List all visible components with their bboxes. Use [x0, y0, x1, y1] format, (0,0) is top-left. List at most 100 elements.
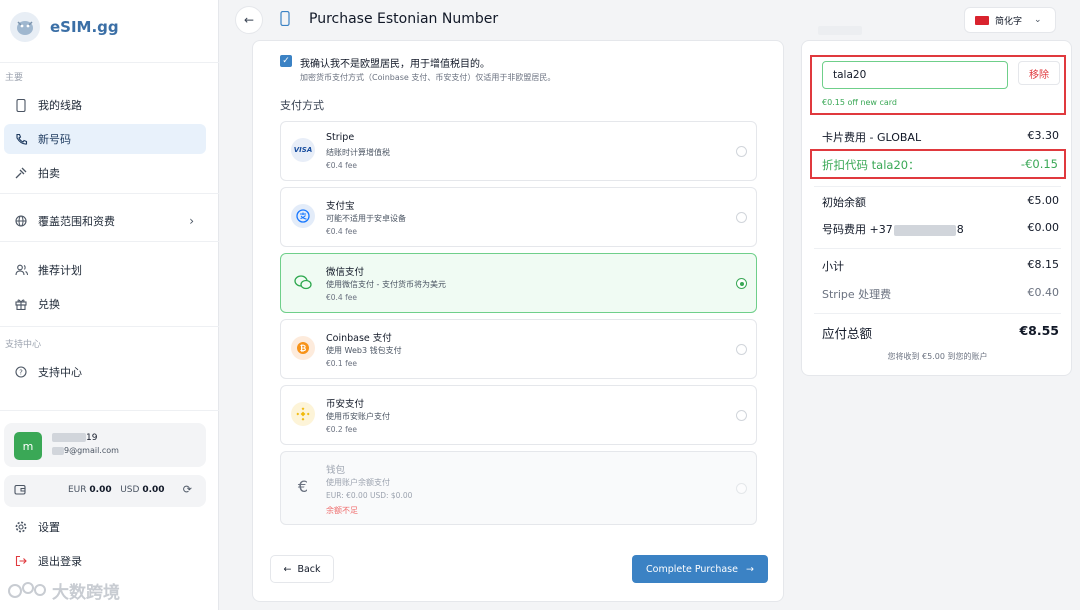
binance-icon: [291, 402, 315, 426]
refresh-icon[interactable]: ⟳: [183, 483, 192, 496]
user-email: 9@gmail.com: [52, 446, 119, 455]
gavel-icon: [14, 166, 28, 180]
coupon-note: €0.15 off new card: [822, 98, 897, 107]
sidebar: eSIM.gg 主要 我的线路 新号码 拍卖 覆盖范围和资费 › 推荐计划 兑换…: [0, 0, 219, 610]
arrow-left-icon: ←: [283, 563, 292, 575]
brand-name: eSIM.gg: [50, 18, 119, 36]
radio-button-disabled: [736, 483, 747, 494]
back-button[interactable]: ← Back: [270, 555, 334, 583]
payment-option-stripe[interactable]: VISA Stripe 结账时计算增值税 €0.4 fee: [280, 121, 757, 181]
brand[interactable]: eSIM.gg: [10, 12, 119, 42]
bitcoin-icon: ₿: [291, 336, 315, 360]
globe-icon: [14, 214, 28, 228]
radio-button[interactable]: [736, 146, 747, 157]
chevron-right-icon: ›: [189, 214, 194, 228]
payment-option-wechat[interactable]: 微信支付 使用微信支付 - 支付货币将为美元 €0.4 fee: [280, 253, 757, 313]
vat-note: 加密货币支付方式（Coinbase 支付、币安支付）仅适用于非欧盟居民。: [300, 73, 556, 82]
insufficient-balance-warning: 余额不足: [326, 506, 358, 515]
sidebar-item-logout[interactable]: 退出登录: [4, 546, 206, 576]
sidebar-item-new-number[interactable]: 新号码: [4, 124, 206, 154]
remove-coupon-button[interactable]: 移除: [1018, 61, 1060, 85]
divider: [0, 410, 219, 411]
coupon-highlight: tala20 移除 €0.15 off new card: [810, 55, 1066, 115]
arrow-right-icon: →: [745, 563, 754, 575]
summary-note: 您将收到 €5.00 到您的账户: [887, 352, 988, 361]
vat-confirm-label: 我确认我不是欧盟居民，用于增值税目的。: [300, 59, 490, 70]
divider: [814, 186, 1061, 187]
summary-row-discount: 折扣代码 tala20： -€0.15: [822, 157, 1058, 172]
sidebar-item-label: 推荐计划: [38, 264, 82, 277]
summary-row-number-fee: 号码费用 +37 8 €0.00: [822, 221, 1059, 236]
sidebar-item-label: 覆盖范围和资费: [38, 215, 115, 228]
user-card[interactable]: m 19 9@gmail.com: [4, 423, 206, 467]
wallet-balance: EUR 0.00 USD 0.00 ⟳: [4, 475, 206, 507]
header-back-button[interactable]: ←: [235, 6, 263, 34]
payment-option-coinbase[interactable]: ₿ Coinbase 支付 使用 Web3 钱包支付 €0.1 fee: [280, 319, 757, 379]
summary-row-card-fee: 卡片费用 - GLOBAL €3.30: [822, 129, 1059, 144]
sidebar-item-label: 兑换: [38, 298, 60, 311]
payment-option-wallet: € 钱包 使用账户余额支付 EUR: €0.00 USD: $0.00 余额不足: [280, 451, 757, 525]
order-summary: tala20 移除 €0.15 off new card 卡片费用 - GLOB…: [801, 40, 1072, 376]
radio-button[interactable]: [736, 212, 747, 223]
sidebar-item-label: 拍卖: [38, 167, 60, 180]
gear-icon: [14, 520, 28, 534]
summary-row-processing-fee: Stripe 处理费 €0.40: [822, 286, 1059, 301]
radio-button[interactable]: [736, 410, 747, 421]
brand-logo: [10, 12, 40, 42]
avatar: m: [14, 432, 42, 460]
radio-button-selected[interactable]: [736, 278, 747, 289]
user-name: 19: [52, 433, 97, 443]
wechat-icon: [291, 270, 315, 294]
svg-text:?: ?: [19, 369, 23, 377]
divider: [0, 193, 219, 194]
section-label-main: 主要: [5, 73, 24, 83]
summary-heading-faded: [818, 26, 862, 35]
divider: [0, 62, 219, 63]
sidebar-item-redeem[interactable]: 兑换: [4, 289, 206, 319]
balance-text: EUR 0.00 USD 0.00: [68, 485, 165, 495]
radio-button[interactable]: [736, 344, 747, 355]
sidebar-item-settings[interactable]: 设置: [4, 512, 206, 542]
wallet-icon: [14, 484, 26, 498]
phone-call-icon: [14, 132, 28, 146]
divider: [814, 248, 1061, 249]
sidebar-item-auction[interactable]: 拍卖: [4, 158, 206, 188]
divider: [814, 313, 1061, 314]
alipay-icon: [291, 204, 315, 228]
divider: [0, 241, 219, 242]
gift-icon: [14, 297, 28, 311]
sidebar-item-my-lines[interactable]: 我的线路: [4, 90, 206, 120]
summary-row-subtotal: 小计 €8.15: [822, 258, 1059, 273]
summary-row-initial-balance: 初始余额 €5.00: [822, 194, 1059, 209]
sidebar-item-label: 退出登录: [38, 555, 82, 568]
help-circle-icon: ?: [14, 365, 28, 379]
coupon-code-input[interactable]: tala20: [822, 61, 1008, 89]
watermark-logo: 大数跨境: [8, 578, 120, 603]
payment-panel: ✓ 我确认我不是欧盟居民，用于增值税目的。 加密货币支付方式（Coinbase …: [252, 40, 784, 602]
summary-row-total: 应付总额 €8.55: [822, 323, 1059, 341]
sidebar-item-label: 我的线路: [38, 99, 82, 112]
language-select[interactable]: 简化字 ⌄: [964, 7, 1056, 33]
vat-checkbox[interactable]: ✓: [280, 55, 292, 67]
visa-icon: VISA: [291, 138, 315, 162]
sidebar-item-label: 支持中心: [38, 366, 82, 379]
payment-option-binance[interactable]: 币安支付 使用币安账户支付 €0.2 fee: [280, 385, 757, 445]
chevron-down-icon: ⌄: [1034, 15, 1042, 25]
complete-purchase-button[interactable]: Complete Purchase →: [632, 555, 768, 583]
svg-text:₿: ₿: [300, 344, 307, 353]
phone-icon: [280, 10, 290, 30]
sidebar-item-label: 新号码: [38, 133, 71, 146]
divider: [0, 326, 219, 327]
sidebar-item-coverage[interactable]: 覆盖范围和资费 ›: [4, 206, 206, 236]
users-icon: [14, 263, 28, 277]
euro-icon: €: [297, 476, 309, 496]
section-label-support: 支持中心: [5, 340, 42, 350]
sidebar-item-referral[interactable]: 推荐计划: [4, 255, 206, 285]
payment-method-heading: 支付方式: [280, 99, 324, 112]
logout-icon: [14, 554, 28, 568]
sidebar-item-support[interactable]: ? 支持中心: [4, 357, 206, 387]
phone-icon: [14, 98, 28, 112]
payment-option-alipay[interactable]: 支付宝 可能不适用于安卓设备 €0.4 fee: [280, 187, 757, 247]
page-title: Purchase Estonian Number: [309, 11, 499, 27]
discount-highlight: 折扣代码 tala20： -€0.15: [810, 149, 1066, 179]
